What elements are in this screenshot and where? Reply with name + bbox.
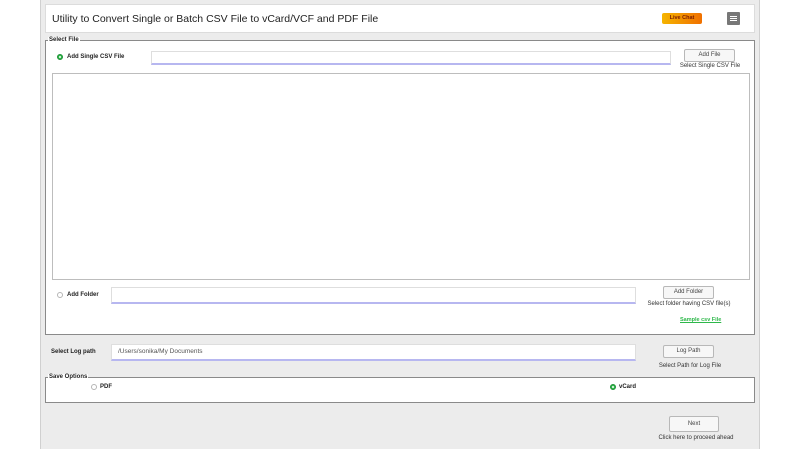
pdf-label[interactable]: PDF <box>100 384 112 390</box>
save-options-panel: Save Options PDF vCard <box>45 374 755 403</box>
log-path-field[interactable]: /Users/sonika/My Documents <box>111 344 636 361</box>
add-folder-label[interactable]: Add Folder <box>67 292 99 298</box>
add-folder-radio[interactable] <box>57 292 63 298</box>
vcard-label[interactable]: vCard <box>619 384 636 390</box>
select-file-legend: Select File <box>48 37 80 43</box>
csv-file-list[interactable] <box>52 73 750 280</box>
log-path-hint: Select Path for Log File <box>658 363 722 369</box>
add-folder-hint: Select folder having CSV file(s) <box>647 301 731 307</box>
sample-csv-link[interactable]: Sample csv File <box>680 317 721 323</box>
add-file-button[interactable]: Add File <box>684 49 735 62</box>
save-options-legend: Save Options <box>48 374 89 380</box>
add-file-hint: Select Single CSV File <box>679 63 741 69</box>
single-file-path-field[interactable] <box>151 51 671 65</box>
log-path-label: Select Log path <box>51 349 96 355</box>
single-csv-radio[interactable] <box>57 54 63 60</box>
pdf-radio[interactable] <box>91 384 97 390</box>
app-title: Utility to Convert Single or Batch CSV F… <box>52 13 379 25</box>
next-button[interactable]: Next <box>669 416 719 432</box>
app-window: Utility to Convert Single or Batch CSV F… <box>40 0 760 449</box>
hamburger-menu-icon[interactable] <box>727 12 740 25</box>
title-bar: Utility to Convert Single or Batch CSV F… <box>45 4 755 33</box>
live-chat-badge[interactable]: Live Chat <box>662 13 702 24</box>
log-path-button[interactable]: Log Path <box>663 345 714 358</box>
single-csv-label[interactable]: Add Single CSV File <box>67 54 124 60</box>
add-folder-button[interactable]: Add Folder <box>663 286 714 299</box>
select-file-panel: Select File Add Single CSV File Add File… <box>45 37 755 335</box>
next-hint: Click here to proceed ahead <box>658 435 734 441</box>
vcard-radio[interactable] <box>610 384 616 390</box>
folder-path-field[interactable] <box>111 287 636 304</box>
